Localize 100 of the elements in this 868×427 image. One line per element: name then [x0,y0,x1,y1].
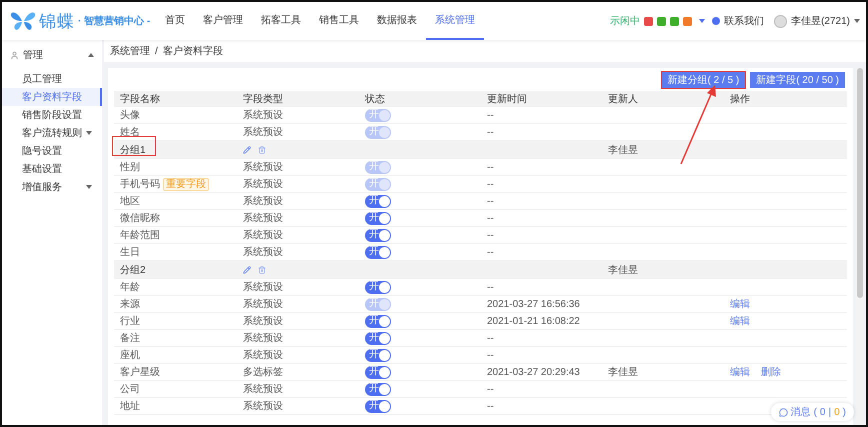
delete-icon[interactable] [258,266,266,274]
table-cell-text: -- [487,178,495,190]
status-toggle[interactable]: 开 [365,228,391,242]
table-cell-text: 李佳昱 [608,366,639,379]
avatar-icon [774,14,788,28]
action-link[interactable]: 编辑 [730,297,750,311]
table-cell-text: 手机号码 [120,178,160,191]
phone-status-icon[interactable] [683,16,692,26]
user-icon [10,50,19,60]
contact-link[interactable]: 联系我们 [724,14,764,28]
sidebar-group[interactable]: 管理 [23,48,43,62]
presence-status[interactable]: 示闲中 [610,14,640,28]
table-cell-text: 年龄 [120,280,140,294]
table-cell-text: 系统预设 [243,400,284,413]
delete-icon[interactable] [258,146,266,154]
message-icon [778,408,788,416]
breadcrumb-separator: / [155,46,158,56]
status-toggle[interactable]: 开 [365,366,391,378]
table-cell-text: 系统预设 [243,126,284,139]
status-toggle[interactable]: 开 [365,348,391,362]
message-label: 消息 [790,406,811,419]
action-link[interactable]: 编辑 [730,314,750,328]
sidebar-item[interactable]: 客户流转规则 [2,124,102,142]
chat-icon [712,17,720,25]
action-link[interactable]: 编辑 [730,365,750,379]
table-cell-text: 年龄范围 [120,228,160,242]
table-cell-text: 公司 [120,383,140,396]
separator: | [828,406,832,418]
nav-tab[interactable]: 首页 [156,2,194,40]
table-cell-text: 系统预设 [243,178,284,191]
edit-icon[interactable] [243,146,251,154]
table-cell-text: 地区 [120,194,140,208]
caret-icon[interactable] [88,53,94,57]
edit-icon[interactable] [243,266,251,274]
new-button[interactable]: 新建分组( 2 / 5 ) [662,72,746,88]
sidebar-item[interactable]: 隐号设置 [2,142,102,160]
caret-icon[interactable] [854,19,860,23]
nav-tab[interactable]: 客户管理 [194,2,252,40]
table-cell-text: 李佳昱 [608,264,639,276]
table-cell-text: 2021-01-21 16:08:22 [487,316,581,326]
sidebar-item[interactable]: 增值服务 [2,178,102,196]
table-cell-text: 系统预设 [243,298,284,311]
new-button[interactable]: 新建字段( 20 / 50 ) [750,72,845,88]
table-cell-text: 系统预设 [243,228,284,242]
table-cell-text: 姓名 [120,126,140,139]
table-cell-text: -- [487,110,495,120]
phone-status-icon[interactable] [644,16,654,26]
caret-icon[interactable] [699,19,706,23]
column-header: 字段名称 [120,92,161,106]
table-cell-text: 系统预设 [243,108,284,122]
table-cell-text: 备注 [120,332,140,345]
table-cell-text: 系统预设 [243,314,284,328]
status-toggle[interactable]: 开 [365,212,391,224]
sidebar-item[interactable]: 销售阶段设置 [2,106,102,124]
table-cell-text: 客户星级 [120,366,160,379]
sidebar-item[interactable]: 基础设置 [2,160,102,178]
table-cell-text: 多选标签 [243,366,284,379]
phone-status-icon[interactable] [670,16,680,26]
table-cell-text: -- [487,230,495,240]
phone-status-icon[interactable] [657,16,666,26]
action-link[interactable]: 删除 [761,365,781,379]
breadcrumb-item[interactable]: 系统管理 [110,44,150,58]
status-toggle[interactable]: 开 [365,400,391,412]
nav-tab[interactable]: 销售工具 [310,2,368,40]
bracket: ) [842,406,846,418]
table-cell-text: 行业 [120,314,140,328]
table-cell-text: -- [487,384,495,394]
column-header: 操作 [730,92,751,106]
breadcrumb-item: 客户资料字段 [162,44,223,58]
status-toggle[interactable]: 开 [365,314,391,328]
message-widget[interactable]: 消息 ( 0 | 0 ) [770,403,854,421]
status-toggle[interactable]: 开 [365,280,391,294]
nav-tab[interactable]: 数据报表 [368,2,426,40]
table-cell-text: 生日 [120,246,140,259]
table-cell-text: 李佳昱 [608,144,639,156]
status-toggle[interactable]: 开 [365,332,391,344]
table-cell-text: 地址 [120,400,140,413]
group-name: 分组1 [120,142,243,156]
table-cell-text: -- [487,282,495,292]
message-count: 0 [820,406,826,418]
status-toggle[interactable]: 开 [365,246,391,258]
logo-subtitle: · 智慧营销中心 - [78,14,150,28]
table-cell-text: 系统预设 [243,194,284,208]
nav-tab[interactable]: 拓客工具 [252,2,310,40]
status-toggle[interactable]: 开 [365,194,391,208]
table-cell-text: 系统预设 [243,382,284,396]
column-header: 字段类型 [243,92,284,106]
sidebar-item[interactable]: 员工管理 [2,70,102,88]
tag: 重要字段 [163,178,209,190]
table-cell-text: 来源 [120,298,140,311]
table-cell-text: -- [487,350,495,360]
column-header: 更新时间 [487,92,528,106]
user-name[interactable]: 李佳昱(2721) [791,14,850,28]
table-cell-text: -- [487,212,495,224]
table-cell-text: 系统预设 [243,332,284,345]
table-cell-text: -- [487,400,495,412]
table-cell-text: 系统预设 [243,280,284,294]
sidebar-item[interactable]: 客户资料字段 [2,88,102,106]
status-toggle[interactable]: 开 [365,382,391,396]
table-cell-text: 系统预设 [243,212,284,225]
